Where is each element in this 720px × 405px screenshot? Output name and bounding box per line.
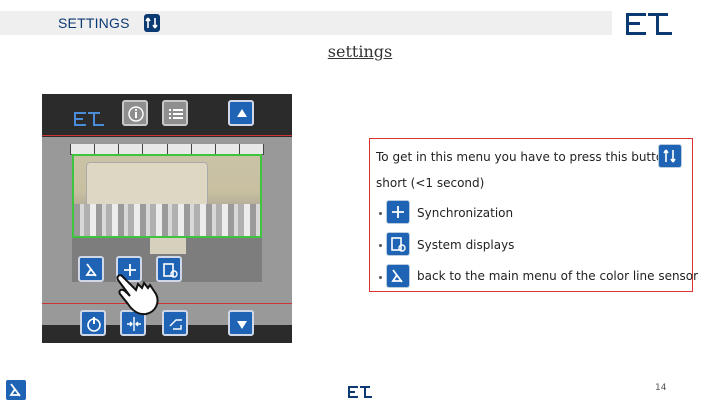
footer-logo: [348, 386, 372, 398]
up-arrow-icon: [237, 109, 247, 117]
down-arrow-icon: [237, 321, 247, 329]
back-icon: [386, 264, 410, 288]
device-logo: [74, 112, 104, 126]
item-back-main-menu: back to the main menu of the color line …: [417, 269, 699, 283]
page-heading: SETTINGS: [58, 15, 130, 31]
display-icon: [386, 232, 410, 256]
info-icon: [128, 106, 144, 122]
item-system-displays: System displays: [417, 238, 515, 252]
page-number: 14: [655, 383, 667, 393]
color-line-stripes: [74, 204, 260, 236]
back-icon: [85, 263, 97, 277]
product-label: [86, 162, 208, 208]
sensor-device: [42, 94, 292, 343]
up-button[interactable]: [228, 100, 254, 126]
info-button[interactable]: [122, 100, 148, 126]
instruction-note: short (<1 second): [376, 176, 485, 190]
hand-icon: [169, 319, 182, 330]
back-button[interactable]: [78, 256, 104, 282]
list-icon: [169, 109, 183, 119]
down-button[interactable]: [228, 310, 254, 336]
power-icon: [87, 317, 101, 332]
menu-list-button[interactable]: [162, 100, 188, 126]
instruction-intro: To get in this menu you have to press th…: [376, 150, 671, 164]
subtitle: settings: [327, 42, 393, 61]
sync-icon: [386, 200, 410, 224]
item-synchronization: Synchronization: [417, 206, 514, 220]
camera-image: [72, 154, 262, 238]
settings-icon: [144, 14, 160, 32]
divider-bottom: [42, 303, 292, 304]
divider-top: [42, 135, 292, 136]
bullet: [379, 276, 382, 279]
brand-logo: [626, 13, 672, 35]
footer-back-icon[interactable]: [6, 380, 26, 400]
settings-button-icon: [658, 144, 682, 168]
power-button[interactable]: [80, 310, 106, 336]
pointer-hand-icon: [116, 274, 159, 316]
split-icon: [127, 317, 141, 331]
bullet: [379, 244, 382, 247]
bullet: [379, 212, 382, 215]
